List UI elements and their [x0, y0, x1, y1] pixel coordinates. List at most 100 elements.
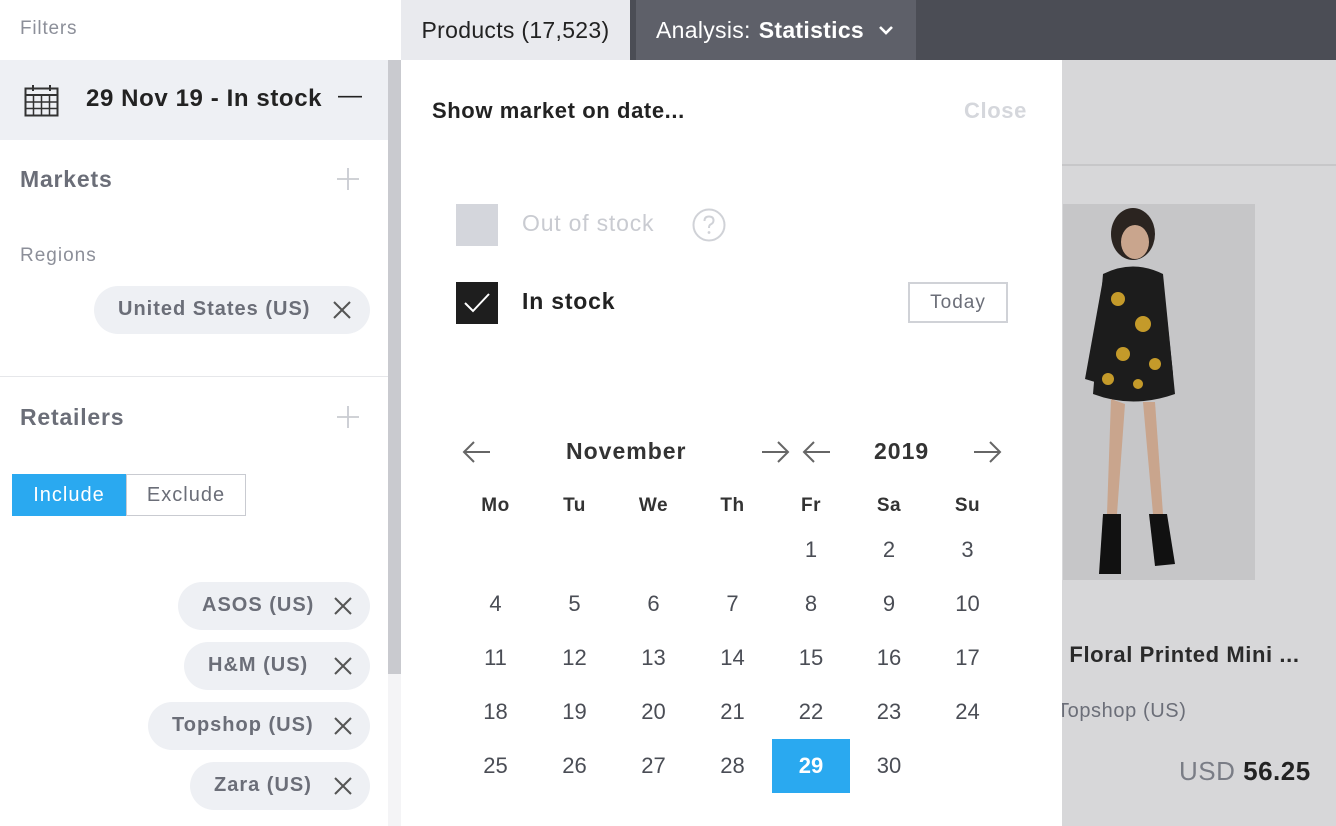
retailers-title: Retailers	[20, 404, 125, 430]
include-toggle-button[interactable]: Include	[12, 474, 126, 516]
remove-retailer-close-icon[interactable]	[333, 716, 353, 736]
calendar-day[interactable]: 8	[772, 577, 850, 631]
calendar-week: 1 2 3	[456, 523, 1024, 577]
calendar-day[interactable]: 24	[928, 685, 1007, 739]
popup-title: Show market on date...	[432, 98, 685, 123]
calendar-icon	[24, 85, 59, 117]
date-filter-row[interactable]: 29 Nov 19 - In stock —	[0, 60, 388, 140]
calendar-day[interactable]: 26	[535, 739, 614, 793]
calendar-day[interactable]: 14	[693, 631, 772, 685]
tab-products[interactable]: Products (17,523)	[401, 0, 630, 60]
add-retailer-plus-icon[interactable]	[337, 406, 359, 428]
calendar-day	[928, 739, 1007, 793]
retailer-chip-label: Topshop (US)	[172, 714, 314, 736]
retailer-chip: Zara (US)	[190, 762, 370, 810]
calendar-day[interactable]: 27	[614, 739, 693, 793]
date-summary: 29 Nov 19 - In stock	[86, 85, 323, 112]
weekday-label: We	[638, 495, 669, 516]
section-divider	[0, 376, 388, 377]
next-month-arrow-icon[interactable]	[760, 440, 790, 464]
in-stock-label: In stock	[522, 288, 616, 314]
next-year-arrow-icon[interactable]	[972, 440, 1002, 464]
grid-divider	[1062, 164, 1336, 166]
calendar-week: 4 5 6 7 8 9 10	[456, 577, 1024, 631]
calendar-grid: Mo Tu We Th Fr Sa Su 1 2 3 4 5 6 7 8 9 1…	[456, 488, 1024, 793]
remove-retailer-close-icon[interactable]	[333, 776, 353, 796]
price-amount: 56.25	[1243, 756, 1311, 786]
retailer-chip-label: Zara (US)	[214, 774, 312, 796]
calendar-day[interactable]: 2	[850, 523, 928, 577]
calendar-day[interactable]: 7	[693, 577, 772, 631]
calendar-day[interactable]: 3	[928, 523, 1007, 577]
selected-calendar-day[interactable]: 29	[772, 739, 850, 793]
product-photo-illustration	[1063, 204, 1255, 580]
calendar-week: 25 26 27 28 29 30	[456, 739, 1024, 793]
calendar-day[interactable]: 4	[456, 577, 535, 631]
calendar-day	[614, 523, 693, 577]
product-image[interactable]	[1063, 204, 1255, 580]
sidebar-scrollbar[interactable]	[388, 60, 401, 826]
exclude-toggle-button[interactable]: Exclude	[126, 474, 246, 516]
remove-retailer-close-icon[interactable]	[333, 596, 353, 616]
calendar-day[interactable]: 1	[772, 523, 850, 577]
calendar-week: 18 19 20 21 22 23 24	[456, 685, 1024, 739]
calendar-week: 11 12 13 14 15 16 17	[456, 631, 1024, 685]
out-of-stock-label: Out of stock	[522, 210, 655, 236]
markets-title: Markets	[20, 166, 113, 192]
calendar-day[interactable]: 6	[614, 577, 693, 631]
weekday-header: Mo Tu We Th Fr Sa Su	[456, 488, 1024, 523]
calendar-day[interactable]: 21	[693, 685, 772, 739]
remove-retailer-close-icon[interactable]	[333, 656, 353, 676]
prev-year-arrow-icon[interactable]	[802, 440, 832, 464]
collapse-icon[interactable]: —	[338, 82, 362, 110]
regions-label: Regions	[20, 245, 97, 266]
today-button[interactable]: Today	[908, 282, 1008, 323]
close-button[interactable]: Close	[964, 98, 1027, 124]
calendar-day[interactable]: 16	[850, 631, 928, 685]
year-label: 2019	[874, 438, 930, 464]
analysis-dropdown[interactable]: Analysis: Statistics	[636, 0, 916, 60]
calendar-day[interactable]: 18	[456, 685, 535, 739]
retailer-chip: H&M (US)	[184, 642, 370, 690]
help-icon[interactable]	[692, 208, 726, 242]
calendar-day[interactable]: 19	[535, 685, 614, 739]
calendar-day[interactable]: 22	[772, 685, 850, 739]
weekday-label: Sa	[876, 495, 902, 516]
sidebar-scrollbar-thumb[interactable]	[388, 60, 401, 674]
calendar-day[interactable]: 25	[456, 739, 535, 793]
calendar-day[interactable]: 30	[850, 739, 928, 793]
calendar-day[interactable]: 5	[535, 577, 614, 631]
product-title[interactable]: . Floral Printed Mini ...	[1056, 642, 1300, 668]
weekday-label: Fr	[801, 495, 821, 516]
price-currency: USD	[1179, 756, 1236, 786]
calendar-day[interactable]: 17	[928, 631, 1007, 685]
weekday-label: Mo	[481, 495, 510, 516]
retailer-chip: Topshop (US)	[148, 702, 370, 750]
calendar-day[interactable]: 9	[850, 577, 928, 631]
date-picker-popup: Show market on date... Close Out of stoc…	[401, 60, 1062, 826]
product-retailer: Topshop (US)	[1057, 700, 1187, 722]
weekday-label: Th	[720, 495, 745, 516]
calendar-day	[535, 523, 614, 577]
top-bar: Products (17,523) Analysis: Statistics	[401, 0, 1336, 60]
filters-sidebar: Filters 29 Nov 19 - In stock — Markets R…	[0, 0, 388, 826]
remove-region-close-icon[interactable]	[332, 300, 352, 320]
calendar-day[interactable]: 11	[456, 631, 535, 685]
calendar-day[interactable]: 23	[850, 685, 928, 739]
calendar-day[interactable]: 15	[772, 631, 850, 685]
calendar-day[interactable]: 13	[614, 631, 693, 685]
filters-label: Filters	[20, 18, 78, 39]
retailer-chip: ASOS (US)	[178, 582, 370, 630]
calendar-day[interactable]: 20	[614, 685, 693, 739]
calendar-day[interactable]: 28	[693, 739, 772, 793]
prev-month-arrow-icon[interactable]	[462, 440, 492, 464]
add-market-plus-icon[interactable]	[337, 168, 359, 190]
in-stock-checkbox[interactable]	[456, 282, 498, 324]
out-of-stock-checkbox[interactable]	[456, 204, 498, 246]
calendar-day[interactable]: 12	[535, 631, 614, 685]
region-chip-label: United States (US)	[118, 298, 311, 320]
calendar-day[interactable]: 10	[928, 577, 1007, 631]
calendar-day	[456, 523, 535, 577]
region-chip: United States (US)	[94, 286, 370, 334]
checkmark-icon	[464, 293, 490, 313]
